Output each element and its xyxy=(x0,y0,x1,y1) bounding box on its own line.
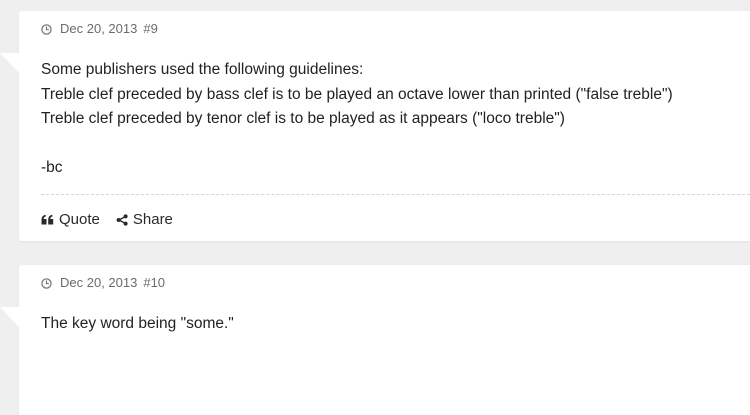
thread: Dec 20, 2013 #9 Some publishers used the… xyxy=(0,0,750,415)
post-date[interactable]: Dec 20, 2013 xyxy=(60,21,137,36)
quote-icon xyxy=(41,214,54,225)
post-meta: Dec 20, 2013 #10 xyxy=(41,275,165,290)
post-divider xyxy=(41,194,750,195)
share-button[interactable]: Share xyxy=(116,211,173,228)
clock-icon xyxy=(41,277,52,289)
post-9: Dec 20, 2013 #9 Some publishers used the… xyxy=(0,11,750,241)
post-date[interactable]: Dec 20, 2013 xyxy=(60,275,137,290)
post-text-line: Treble clef preceded by bass clef is to … xyxy=(41,85,673,103)
clock-icon xyxy=(41,23,52,35)
post-actions: Quote Share xyxy=(41,211,189,228)
share-button-label: Share xyxy=(132,211,173,228)
post-body: The key word being "some." xyxy=(41,312,740,337)
post-number[interactable]: #10 xyxy=(143,275,165,290)
post-body: Some publishers used the following guide… xyxy=(41,58,740,181)
post-text-line xyxy=(41,132,740,157)
quote-button-label: Quote xyxy=(59,211,100,228)
post-text-line: Treble clef preceded by tenor clef is to… xyxy=(41,110,565,127)
post-meta: Dec 20, 2013 #9 xyxy=(41,21,158,36)
post-signature: -bc xyxy=(41,159,63,176)
post-text-line: The key word being "some." xyxy=(41,315,234,332)
quote-button[interactable]: Quote xyxy=(41,211,100,228)
post-text-line: Some publishers used the following guide… xyxy=(41,61,364,78)
post-number[interactable]: #9 xyxy=(143,21,157,36)
share-icon xyxy=(116,213,128,226)
post-10: Dec 20, 2013 #10 The key word being "som… xyxy=(0,265,750,415)
